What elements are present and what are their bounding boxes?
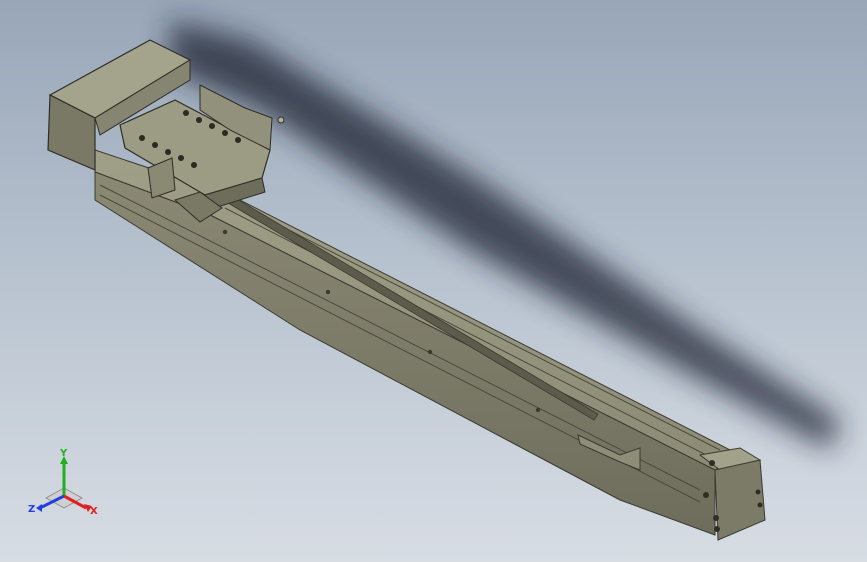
triad-z-label: Z [28,504,35,515]
rail-side-face [94,171,716,536]
cad-model-scene[interactable] [0,0,867,562]
z-axis-arrow [36,504,42,512]
coupling-shaft [277,116,285,124]
triad-x-label: X [90,506,98,517]
triad-y-label: Y [59,448,68,459]
end-block-front [714,459,766,541]
coordinate-triad: Y X Z [26,448,106,524]
3d-viewport[interactable] [0,0,867,562]
